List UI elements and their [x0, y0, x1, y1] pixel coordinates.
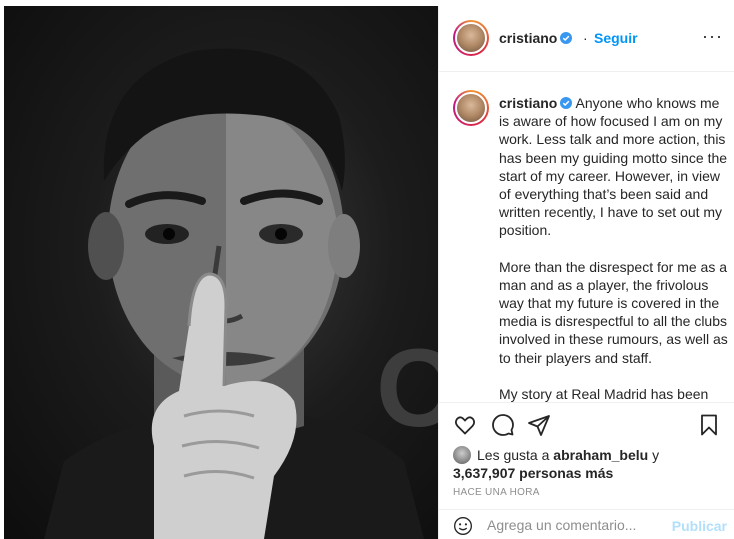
comment-input[interactable] — [487, 514, 667, 536]
likes-count[interactable]: 3,637,907 personas más — [453, 465, 613, 481]
post-header: cristiano · Seguir ··· — [439, 6, 734, 72]
save-bookmark-icon[interactable] — [697, 413, 721, 437]
header-username-link[interactable]: cristiano — [499, 30, 573, 46]
verified-badge-icon — [560, 97, 573, 109]
like-heart-icon[interactable] — [453, 413, 477, 437]
share-icon[interactable] — [527, 413, 551, 437]
liker-username[interactable]: abraham_belu — [553, 447, 648, 463]
caption-text: cristiano Anyone who knows me is aware o… — [499, 94, 731, 402]
avatar[interactable] — [453, 20, 489, 56]
jersey-background-text: O — [376, 327, 438, 450]
liker-avatar[interactable] — [453, 446, 471, 464]
instagram-post: O cristiano · Seguir ··· cristiano Anyon… — [0, 0, 734, 539]
action-bar — [439, 402, 734, 442]
verified-badge-icon — [560, 32, 573, 44]
caption-paragraph: Anyone who knows me is aware of how focu… — [499, 95, 728, 239]
caption-paragraph: More than the disrespect for me as a man… — [499, 258, 728, 366]
portrait-illustration: O — [44, 48, 438, 539]
follow-button[interactable]: Seguir — [594, 30, 638, 46]
likes-prefix: Les gusta a — [477, 447, 550, 463]
caption-avatar[interactable] — [453, 90, 489, 126]
post-timestamp[interactable]: HACE UNA HORA — [453, 487, 540, 498]
post-caption: cristiano Anyone who knows me is aware o… — [439, 72, 734, 402]
post-details-panel: cristiano · Seguir ··· cristiano Anyone … — [438, 6, 734, 539]
follow-separator: · — [583, 30, 588, 46]
header-username[interactable]: cristiano — [499, 30, 557, 46]
comment-icon[interactable] — [491, 413, 515, 437]
likes-connector: y — [652, 447, 660, 463]
caption-username[interactable]: cristiano — [499, 95, 557, 111]
caption-paragraph: My story at Real Madrid has been written… — [499, 385, 709, 402]
likes-summary: Les gusta a abraham_belu y 3,637,907 per… — [453, 446, 733, 482]
publish-button[interactable]: Publicar — [672, 518, 727, 534]
more-options-icon[interactable]: ··· — [702, 26, 723, 47]
post-photo[interactable]: O — [4, 6, 438, 539]
emoji-smiley-icon[interactable] — [453, 516, 473, 536]
comment-bar: Publicar — [439, 509, 734, 539]
